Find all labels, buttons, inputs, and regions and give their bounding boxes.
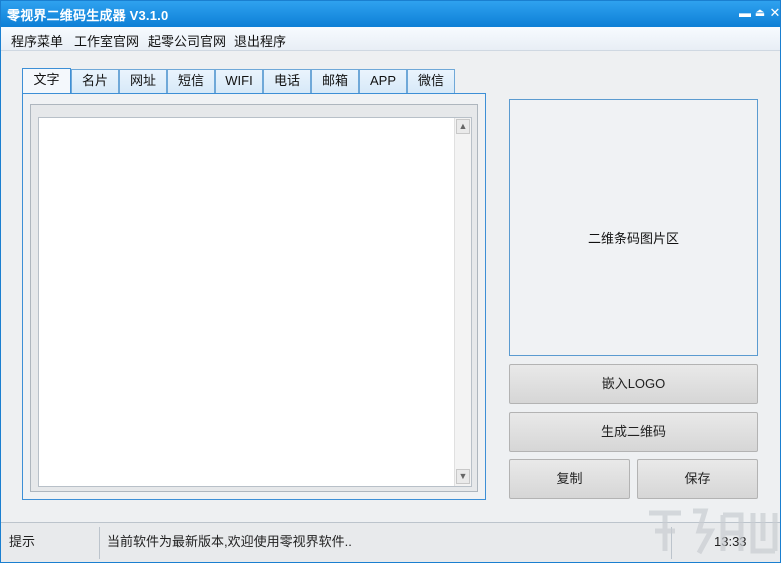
status-label: 提示 xyxy=(9,534,36,549)
tab-url[interactable]: 网址 xyxy=(119,69,167,93)
menu-exit[interactable]: 退出程序 xyxy=(234,31,286,50)
tab-app[interactable]: APP xyxy=(359,69,407,93)
qr-image-area: 二维条码图片区 xyxy=(509,99,758,356)
title-bar[interactable]: 零视界二维码生成器 V3.1.0 ▬ ⏏ ✕ xyxy=(1,1,780,27)
generate-qr-button[interactable]: 生成二维码 xyxy=(509,412,758,452)
tab-content-panel: ▲ ▼ xyxy=(22,93,486,500)
status-time: 13:33 xyxy=(714,534,747,549)
status-divider xyxy=(671,527,672,559)
tab-text[interactable]: 文字 xyxy=(22,68,71,94)
status-bar: 提示 当前软件为最新版本,欢迎使用零视界软件.. 13:33 xyxy=(1,522,780,562)
close-icon[interactable]: ✕ xyxy=(768,5,781,21)
menu-studio-site[interactable]: 工作室官网 xyxy=(74,31,139,50)
status-message: 当前软件为最新版本,欢迎使用零视界软件.. xyxy=(107,534,352,549)
tab-email[interactable]: 邮箱 xyxy=(311,69,359,93)
vertical-scrollbar[interactable]: ▲ ▼ xyxy=(454,118,471,486)
app-window: 零视界二维码生成器 V3.1.0 ▬ ⏏ ✕ 程序菜单 工作室官网 起零公司官网… xyxy=(0,0,781,563)
tab-phone[interactable]: 电话 xyxy=(263,69,311,93)
save-button[interactable]: 保存 xyxy=(637,459,758,499)
menu-bar: 程序菜单 工作室官网 起零公司官网 退出程序 xyxy=(1,27,780,51)
text-input-frame: ▲ ▼ xyxy=(30,104,478,492)
tab-wechat[interactable]: 微信 xyxy=(407,69,455,93)
tab-sms[interactable]: 短信 xyxy=(167,69,215,93)
copy-button[interactable]: 复制 xyxy=(509,459,630,499)
maximize-icon[interactable]: ⏏ xyxy=(753,5,767,21)
window-title: 零视界二维码生成器 V3.1.0 xyxy=(7,8,169,23)
tab-card[interactable]: 名片 xyxy=(71,69,119,93)
tab-wifi[interactable]: WIFI xyxy=(215,69,263,93)
scroll-up-icon[interactable]: ▲ xyxy=(456,119,470,134)
menu-program[interactable]: 程序菜单 xyxy=(11,31,63,50)
minimize-icon[interactable]: ▬ xyxy=(738,5,752,21)
menu-company-site[interactable]: 起零公司官网 xyxy=(148,31,226,50)
scroll-down-icon[interactable]: ▼ xyxy=(456,469,470,484)
text-input[interactable]: ▲ ▼ xyxy=(38,117,472,487)
qr-placeholder-label: 二维条码图片区 xyxy=(587,231,679,246)
embed-logo-button[interactable]: 嵌入LOGO xyxy=(509,364,758,404)
status-divider xyxy=(99,527,100,559)
